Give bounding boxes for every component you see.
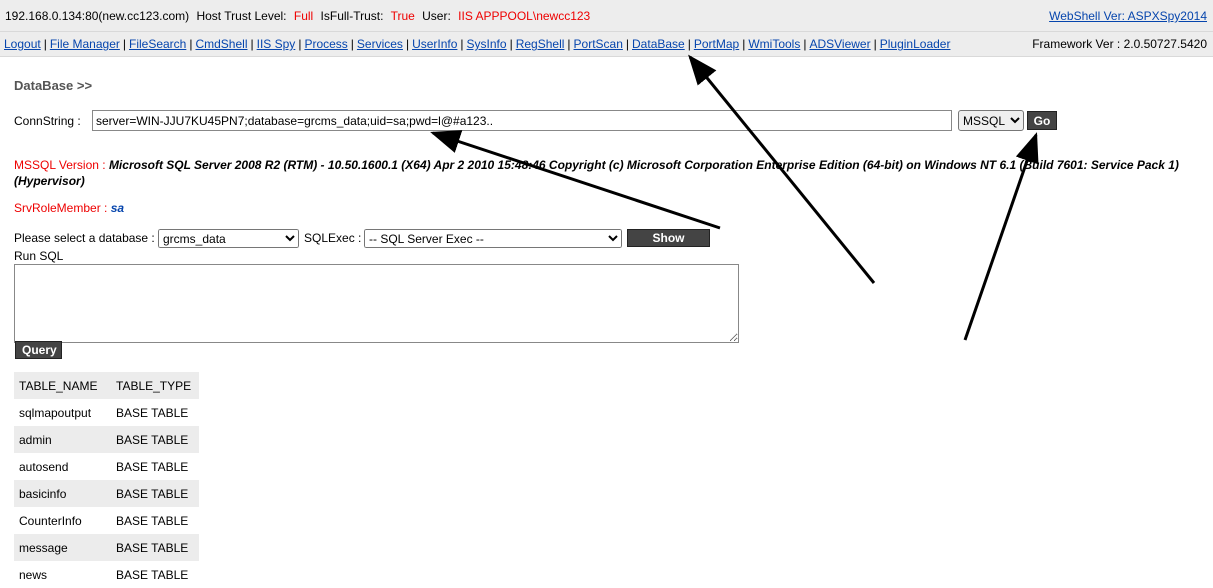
page-title: DataBase >> [14,78,93,93]
mssql-version-label: MSSQL Version : [14,158,106,172]
table-row: news BASE TABLE [14,561,199,588]
show-tables-button[interactable]: Show Tables [627,229,710,261]
host-address: 192.168.0.134:80(new.cc123.com) [5,9,190,23]
nav-link-process[interactable]: Process [304,37,347,51]
table-name-cell: news [19,567,48,582]
nav-separator: | [43,37,47,51]
go-button[interactable]: Go [1027,111,1057,130]
framework-version: Framework Ver : 2.0.50727.5420 [1032,37,1207,51]
table-name-cell: sqlmapoutput [19,405,92,420]
srvrole-value: sa [110,201,125,215]
table-name-cell: admin [14,426,111,453]
run-sql-label: Run SQL [14,249,64,263]
nav-separator: | [189,37,193,51]
table-row: autosend BASE TABLE [14,453,199,480]
nav-separator: | [350,37,354,51]
nav-separator: | [122,37,126,51]
host-info: 192.168.0.134:80(new.cc123.com) Host Tru… [5,9,594,23]
srvrole-label: SrvRoleMember : [14,201,108,215]
nav-link-regshell[interactable]: RegShell [516,37,565,51]
table-type-cell: BASE TABLE [111,534,199,561]
table-name-cell: autosend [19,459,69,474]
sqlexec-select[interactable]: -- SQL Server Exec -- [364,229,622,248]
mssql-version-line: MSSQL Version : Microsoft SQL Server 200… [14,157,1199,189]
connstring-label: ConnString : [14,114,81,128]
db-type-select[interactable]: MSSQL [958,110,1024,131]
fulltrust-value: True [390,9,415,23]
nav-link-filesearch[interactable]: FileSearch [129,37,186,51]
query-button[interactable]: Query [15,341,62,359]
nav-link-cmdshell[interactable]: CmdShell [195,37,247,51]
nav-separator: | [803,37,807,51]
nav-separator: | [405,37,410,51]
tables-table: TABLE_NAME TABLE_TYPE sqlmapoutput BASE T… [14,372,199,588]
table-row: CounterInfo BASE TABLE [14,507,199,534]
user-value: IIS APPPOOL\newcc123 [458,9,591,23]
trust-label: Host Trust Level: [196,9,287,23]
database-select[interactable]: grcms_data [158,229,299,248]
select-db-label: Please select a database : [14,231,155,245]
nav-separator: | [298,37,302,51]
nav-separator: | [250,37,254,51]
fulltrust-label: IsFull-Trust: [320,9,384,23]
nav-link-portmap[interactable]: PortMap [694,37,739,51]
nav-separator: | [567,37,571,51]
nav-link-userinfo[interactable]: UserInfo [412,37,457,51]
table-name-cell: message [14,534,111,561]
nav-separator: | [509,37,513,51]
trust-value: Full [293,9,314,23]
nav-links: Logout | File Manager | FileSearch | CmdShell |… [4,37,950,51]
srvrole-line: SrvRoleMember : sa [14,201,124,215]
nav-link-file-manager[interactable]: File Manager [50,37,120,51]
nav-separator: | [460,37,464,51]
nav-link-wmitools[interactable]: WmiTools [748,37,800,51]
column-header: TABLE_TYPE [111,372,199,399]
nav-separator: | [625,37,630,51]
nav-link-pluginloader[interactable]: PluginLoader [880,37,951,51]
nav-link-database[interactable]: DataBase [632,37,685,51]
nav-link-logout[interactable]: Logout [4,37,41,51]
table-type-cell: BASE TABLE [116,513,189,528]
table-row: message BASE TABLE [14,534,199,561]
nav-link-iis-spy[interactable]: IIS Spy [257,37,296,51]
top-info-bar: 192.168.0.134:80(new.cc123.com) Host Tru… [0,0,1213,32]
table-name-cell: CounterInfo [19,513,82,528]
table-type-cell: BASE TABLE [116,459,189,474]
connstring-input[interactable] [92,110,952,131]
nav-separator: | [742,37,746,51]
table-row: basicinfo BASE TABLE [14,480,199,507]
table-type-cell: BASE TABLE [116,405,189,420]
nav-link-portscan[interactable]: PortScan [574,37,623,51]
nav-link-adsviewer[interactable]: ADSViewer [809,37,870,51]
table-type-cell: BASE TABLE [111,426,199,453]
table-type-cell: BASE TABLE [116,567,189,582]
table-name-cell: basicinfo [14,480,111,507]
table-type-cell: BASE TABLE [111,480,199,507]
nav-separator: | [687,37,691,51]
user-label: User: [422,9,451,23]
sql-textarea[interactable] [14,264,739,343]
table-row: admin BASE TABLE [14,426,199,453]
nav-separator: | [873,37,877,51]
webshell-version-link[interactable]: WebShell Ver: ASPXSpy2014 [1049,9,1207,23]
nav-link-services[interactable]: Services [357,37,403,51]
table-header-row: TABLE_NAME TABLE_TYPE [14,372,199,399]
nav-bar: Logout | File Manager | FileSearch | CmdShell |… [0,32,1213,57]
mssql-version-value: Microsoft SQL Server 2008 R2 (RTM) - 10.… [14,158,1179,188]
table-row: sqlmapoutput BASE TABLE [14,399,199,426]
column-header: TABLE_NAME [14,372,111,399]
nav-link-sysinfo[interactable]: SysInfo [467,37,507,51]
sqlexec-label: SQLExec : [304,231,362,245]
